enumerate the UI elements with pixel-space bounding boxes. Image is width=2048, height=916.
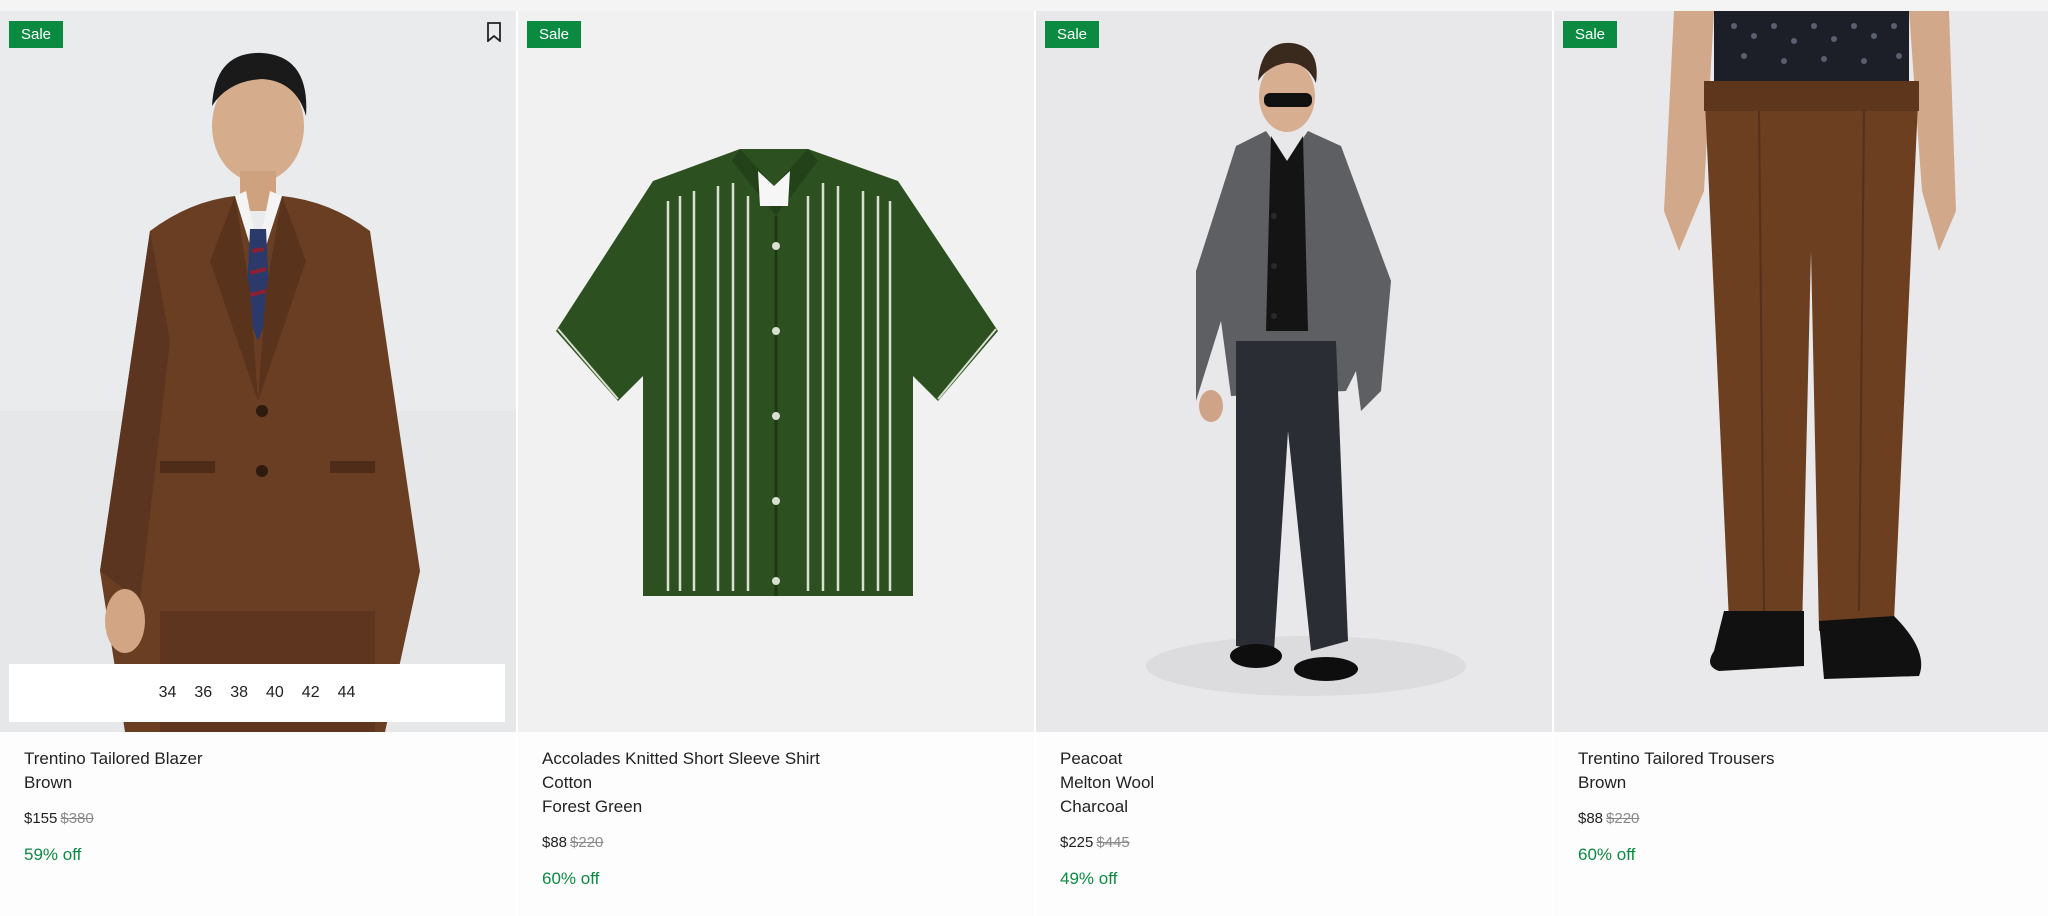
product-name[interactable]: Accolades Knitted Short Sleeve Shirt: [542, 747, 820, 771]
product-card[interactable]: Sale Trentino Tailored Trousers Brown $8…: [1554, 11, 2048, 916]
sale-price: $88: [542, 834, 568, 851]
product-price: $155 $380: [24, 807, 203, 831]
product-info: Accolades Knitted Short Sleeve Shirt Cot…: [542, 747, 820, 891]
product-detail: Cotton: [542, 773, 593, 792]
original-price: $220: [1606, 810, 1640, 827]
product-image-trousers[interactable]: [1554, 11, 2048, 732]
original-price: $445: [1096, 834, 1130, 851]
size-selector: 34 36 38 40 42 44: [9, 664, 505, 722]
product-name[interactable]: Trentino Tailored Blazer: [24, 747, 203, 771]
product-price: $88 $220: [542, 831, 820, 855]
product-price: $225 $445: [1060, 831, 1154, 855]
sale-badge: Sale: [527, 21, 582, 48]
product-detail: Charcoal: [1060, 797, 1129, 816]
sale-badge: Sale: [1563, 21, 1618, 48]
discount-label: 59% off: [24, 845, 82, 864]
product-grid: Sale 34 36 38 40 42 44 Trentino Tailored…: [0, 11, 2048, 916]
size-option[interactable]: 34: [159, 682, 177, 704]
size-option[interactable]: 42: [302, 682, 320, 704]
discount-label: 60% off: [542, 869, 600, 888]
product-image-blazer[interactable]: [0, 11, 516, 732]
product-image-knit-shirt[interactable]: [518, 11, 1034, 732]
sale-badge: Sale: [9, 21, 64, 48]
original-price: $220: [570, 834, 604, 851]
product-card[interactable]: Sale Peacoat Melton Wool Charcoal $225 $4…: [1036, 11, 1552, 916]
size-option[interactable]: 38: [230, 682, 248, 704]
size-option[interactable]: 40: [266, 682, 284, 704]
size-option[interactable]: 44: [338, 682, 356, 704]
size-option[interactable]: 36: [194, 682, 212, 704]
product-card[interactable]: Sale 34 36 38 40 42 44 Trentino Tailored…: [0, 11, 516, 916]
product-image-peacoat[interactable]: [1036, 11, 1552, 732]
sale-price: $155: [24, 810, 58, 827]
product-detail: Melton Wool: [1060, 773, 1155, 792]
sale-price: $88: [1578, 810, 1604, 827]
bookmark-icon[interactable]: [486, 22, 502, 42]
discount-label: 49% off: [1060, 869, 1118, 888]
product-price: $88 $220: [1578, 807, 1775, 831]
product-detail: Forest Green: [542, 797, 643, 816]
product-detail: Brown: [24, 773, 73, 792]
discount-label: 60% off: [1578, 845, 1636, 864]
sale-badge: Sale: [1045, 21, 1100, 48]
sale-price: $225: [1060, 834, 1094, 851]
product-info: Peacoat Melton Wool Charcoal $225 $445 49…: [1060, 747, 1154, 891]
product-card[interactable]: Sale Accolades Knitted Short Sleeve Shir…: [518, 11, 1034, 916]
product-detail: Brown: [1578, 773, 1627, 792]
product-info: Trentino Tailored Trousers Brown $88 $220…: [1578, 747, 1775, 867]
top-strip: [0, 0, 2048, 11]
product-name[interactable]: Trentino Tailored Trousers: [1578, 747, 1775, 771]
product-name[interactable]: Peacoat: [1060, 747, 1154, 771]
original-price: $380: [60, 810, 94, 827]
product-info: Trentino Tailored Blazer Brown $155 $380 …: [24, 747, 203, 867]
